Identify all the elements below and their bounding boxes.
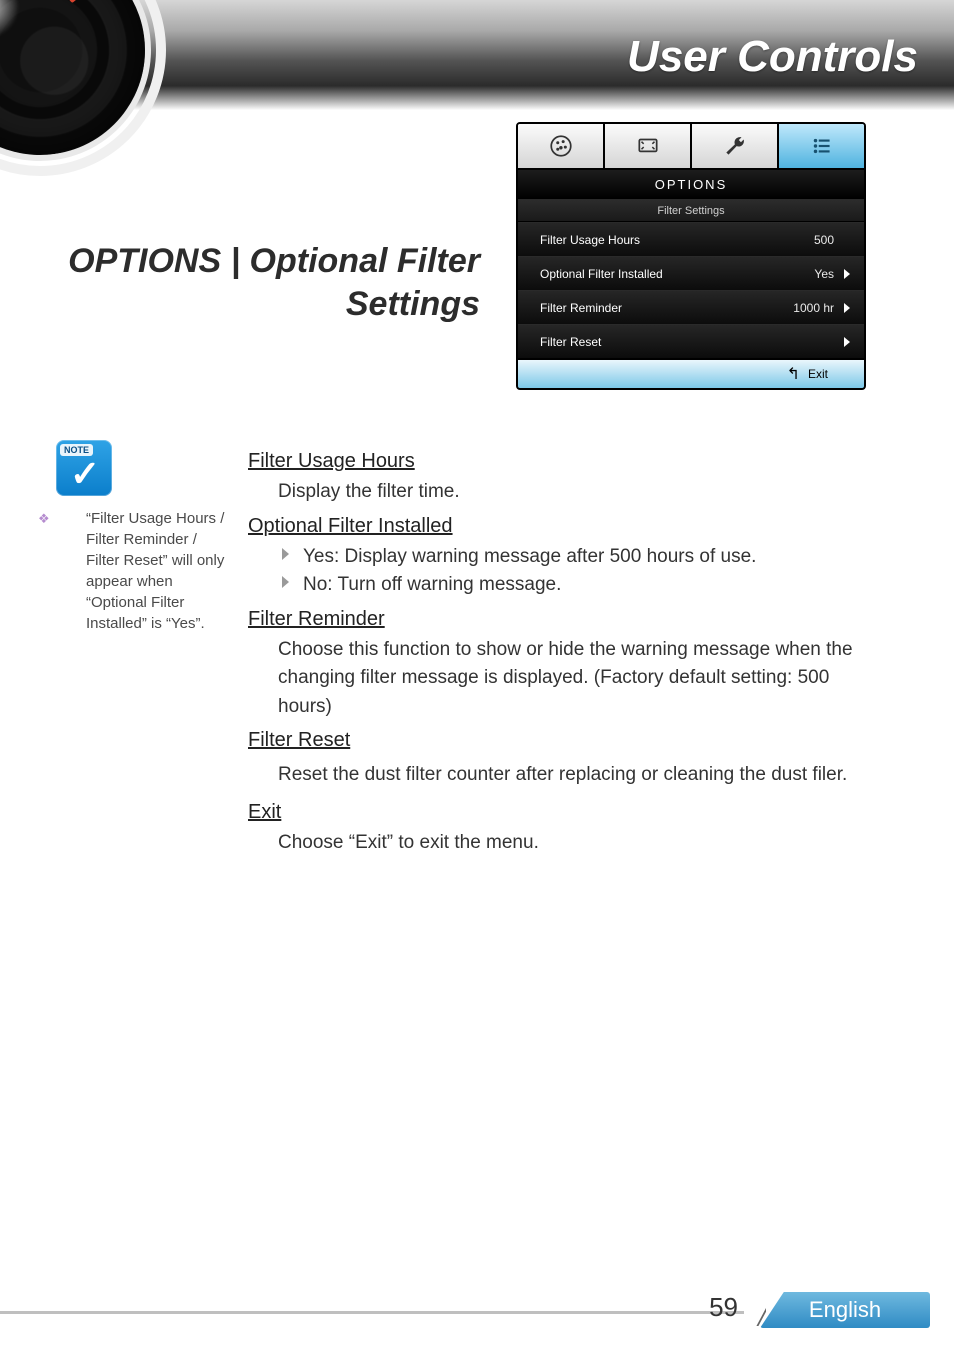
note-text: “Filter Usage Hours / Filter Reminder / …: [86, 510, 224, 632]
osd-row-value: Yes: [814, 267, 834, 281]
palette-icon: [548, 133, 574, 159]
osd-row-filter-reset[interactable]: Filter Reset: [518, 324, 864, 358]
desc-exit: Choose “Exit” to exit the menu.: [248, 829, 884, 858]
osd-exit-label: Exit: [808, 367, 828, 381]
page-slash: [744, 1288, 766, 1326]
heading-filter-reminder: Filter Reminder: [248, 604, 884, 634]
osd-row-value: 1000 hr: [793, 301, 834, 315]
osd-row-label: Filter Reminder: [540, 301, 622, 315]
heading-optional-filter-installed: Optional Filter Installed: [248, 511, 884, 541]
diamond-bullet-icon: ❖: [62, 512, 76, 525]
section-title: OPTIONS | Optional Filter Settings: [50, 240, 480, 325]
chevron-right-icon: [844, 269, 850, 279]
osd-tab-image[interactable]: [518, 124, 605, 168]
lens-graphic: [0, 0, 159, 169]
osd-row-label: Optional Filter Installed: [540, 267, 663, 281]
osd-panel: OPTIONS Filter Settings Filter Usage Hou…: [516, 122, 866, 390]
desc-filter-reminder: Choose this function to show or hide the…: [248, 636, 884, 722]
footer-divider: [0, 1311, 756, 1314]
note-badge: NOTE ✓: [56, 440, 112, 496]
bullet-yes: Yes: Display warning message after 500 h…: [282, 543, 884, 572]
osd-row-label: Filter Usage Hours: [540, 233, 640, 247]
osd-exit-row[interactable]: ↰ Exit: [518, 358, 864, 388]
page-header-title: User Controls: [627, 32, 918, 82]
osd-heading: OPTIONS: [518, 170, 864, 200]
heading-exit: Exit: [248, 797, 884, 827]
osd-row-filter-usage-hours[interactable]: Filter Usage Hours 500: [518, 222, 864, 256]
check-icon: ✓: [70, 456, 100, 492]
list-icon: [809, 133, 835, 159]
chevron-right-icon: [844, 337, 850, 347]
desc-filter-usage-hours: Display the filter time.: [248, 478, 884, 507]
osd-row-label: Filter Reset: [540, 335, 601, 349]
page-footer: 59 English: [0, 1288, 954, 1328]
chevron-right-icon: [844, 303, 850, 313]
osd-tab-options[interactable]: [779, 124, 864, 168]
osd-row-filter-reminder[interactable]: Filter Reminder 1000 hr: [518, 290, 864, 324]
osd-subheading: Filter Settings: [518, 200, 864, 222]
page-number-wrap: 59: [709, 1288, 766, 1326]
back-arrow-icon: ↰: [787, 364, 800, 384]
wrench-icon: [722, 133, 748, 159]
footer-language: English: [760, 1292, 930, 1328]
bullet-no: No: Turn off warning message.: [282, 571, 884, 600]
note-sidebar: ❖ “Filter Usage Hours / Filter Reminder /…: [62, 508, 234, 634]
desc-filter-reset: Reset the dust filter counter after repl…: [248, 757, 884, 793]
osd-tab-bar: [518, 124, 864, 170]
osd-row-optional-filter-installed[interactable]: Optional Filter Installed Yes: [518, 256, 864, 290]
osd-tab-setup[interactable]: [692, 124, 779, 168]
heading-filter-reset: Filter Reset: [248, 725, 884, 755]
osd-tab-display[interactable]: [605, 124, 692, 168]
page-number: 59: [709, 1292, 744, 1323]
osd-row-value: 500: [814, 233, 834, 247]
screen-icon: [635, 133, 661, 159]
heading-filter-usage-hours: Filter Usage Hours: [248, 446, 884, 476]
content-body: Filter Usage Hours Display the filter ti…: [248, 444, 884, 862]
